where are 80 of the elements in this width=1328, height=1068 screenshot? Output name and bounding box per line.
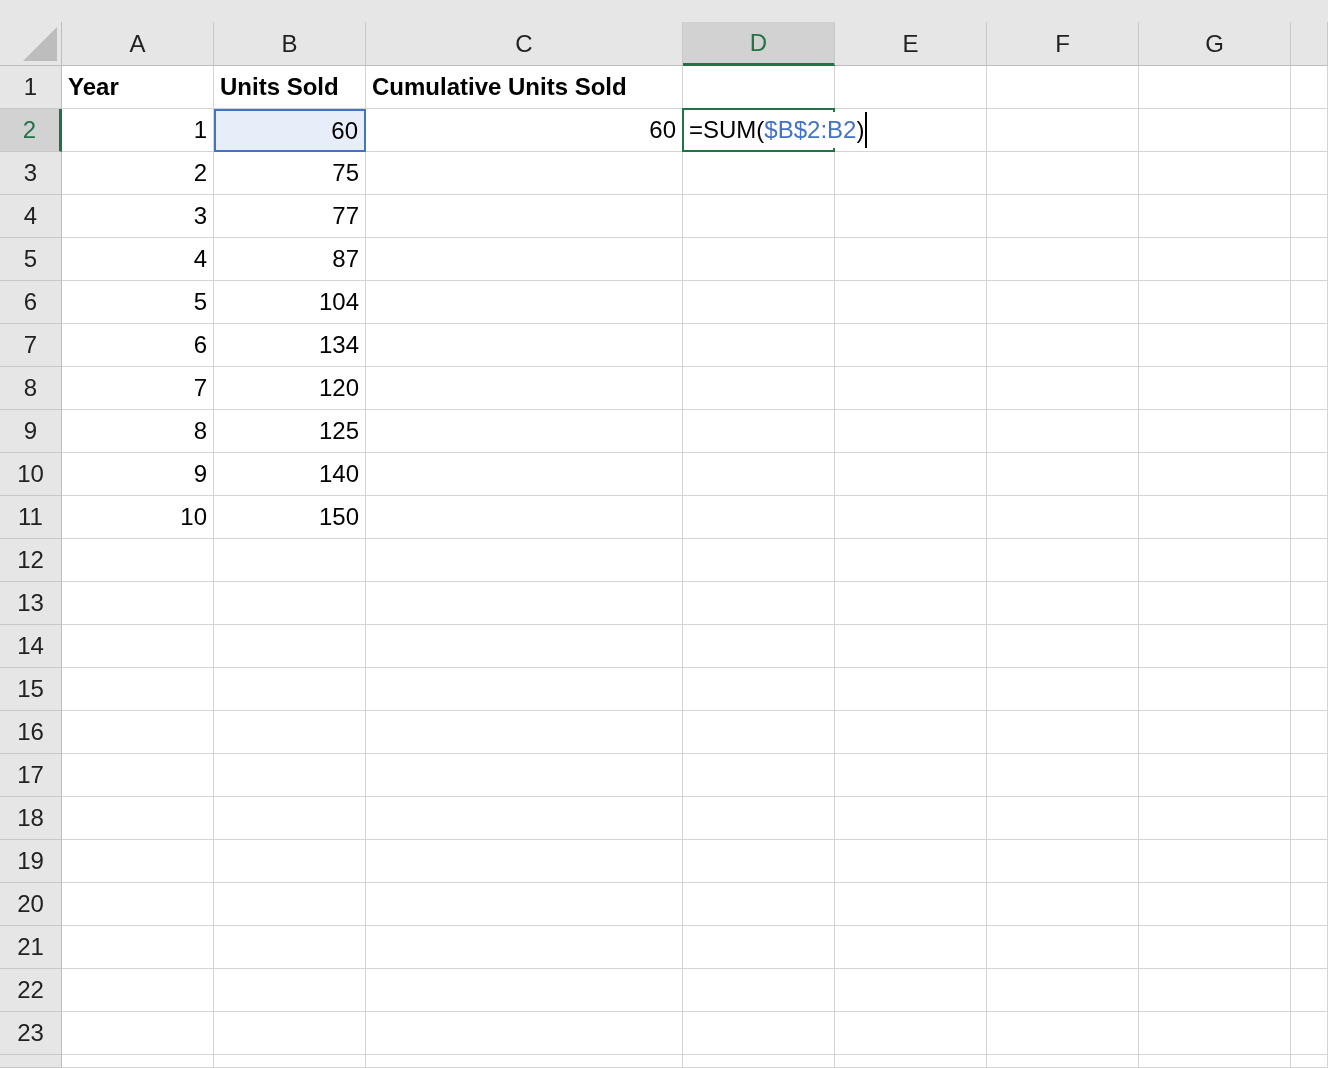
table-cell: 4 xyxy=(62,238,214,281)
row-header[interactable]: 7 xyxy=(0,324,62,367)
column-header[interactable]: E xyxy=(835,22,987,66)
row-header[interactable]: 23 xyxy=(0,1012,62,1055)
empty-cell xyxy=(1291,926,1328,969)
table-cell: 5 xyxy=(62,281,214,324)
empty-cell xyxy=(1291,582,1328,625)
empty-cell xyxy=(1291,1012,1328,1055)
column-header[interactable]: B xyxy=(214,22,366,66)
table-cell: 60 xyxy=(214,109,366,152)
empty-cell xyxy=(1291,238,1328,281)
empty-cell xyxy=(1291,668,1328,711)
row-header[interactable]: 18 xyxy=(0,797,62,840)
column-header[interactable]: C xyxy=(366,22,683,66)
row-header[interactable]: 12 xyxy=(0,539,62,582)
empty-cell xyxy=(1291,969,1328,1012)
empty-cell xyxy=(1291,1055,1328,1068)
select-all-button[interactable] xyxy=(0,22,62,66)
empty-cell xyxy=(1291,711,1328,754)
table-cell: 77 xyxy=(214,195,366,238)
empty-cell xyxy=(1291,324,1328,367)
row-header[interactable]: 14 xyxy=(0,625,62,668)
empty-cell xyxy=(1291,539,1328,582)
table-cell: 140 xyxy=(214,453,366,496)
empty-cell xyxy=(1291,754,1328,797)
table-cell: 7 xyxy=(62,367,214,410)
row-header[interactable]: 3 xyxy=(0,152,62,195)
table-cell: Year xyxy=(62,66,214,109)
row-header[interactable]: 20 xyxy=(0,883,62,926)
column-header[interactable]: F xyxy=(987,22,1139,66)
row-header[interactable]: 1 xyxy=(0,66,62,109)
column-header[interactable]: G xyxy=(1139,22,1291,66)
empty-cell xyxy=(1291,797,1328,840)
row-header[interactable]: 11 xyxy=(0,496,62,539)
table-cell: 60 xyxy=(366,109,683,152)
row-header[interactable]: 16 xyxy=(0,711,62,754)
empty-cell xyxy=(1291,883,1328,926)
row-header[interactable]: 6 xyxy=(0,281,62,324)
empty-cell xyxy=(1291,625,1328,668)
row-header[interactable]: 9 xyxy=(0,410,62,453)
table-cell: 104 xyxy=(214,281,366,324)
empty-cell xyxy=(1291,109,1328,152)
row-header[interactable]: 17 xyxy=(0,754,62,797)
row-header[interactable]: 4 xyxy=(0,195,62,238)
empty-cell xyxy=(1291,453,1328,496)
table-cell: 125 xyxy=(214,410,366,453)
empty-cell xyxy=(1291,496,1328,539)
table-cell: 8 xyxy=(62,410,214,453)
empty-cell xyxy=(1291,195,1328,238)
table-cell: 75 xyxy=(214,152,366,195)
row-header[interactable]: 15 xyxy=(0,668,62,711)
column-header[interactable]: A xyxy=(62,22,214,66)
empty-cell xyxy=(1291,281,1328,324)
empty-cell xyxy=(1291,367,1328,410)
row-header[interactable] xyxy=(0,1055,62,1068)
row-header[interactable]: 5 xyxy=(0,238,62,281)
row-header[interactable]: 8 xyxy=(0,367,62,410)
empty-cell xyxy=(1291,410,1328,453)
empty-cell xyxy=(1291,840,1328,883)
row-header[interactable]: 10 xyxy=(0,453,62,496)
row-header[interactable]: 2 xyxy=(0,109,62,152)
table-cell: Cumulative Units Sold xyxy=(366,66,683,109)
corner-triangle-icon xyxy=(23,27,57,61)
table-cell: 87 xyxy=(214,238,366,281)
table-cell: 3 xyxy=(62,195,214,238)
row-header[interactable]: 22 xyxy=(0,969,62,1012)
formula-input[interactable]: =SUM($B$2:B2) xyxy=(689,112,868,148)
row-header[interactable]: 13 xyxy=(0,582,62,625)
table-cell: 10 xyxy=(62,496,214,539)
table-cell: 6 xyxy=(62,324,214,367)
table-cell: 150 xyxy=(214,496,366,539)
row-header[interactable]: 19 xyxy=(0,840,62,883)
table-cell: 120 xyxy=(214,367,366,410)
column-header[interactable] xyxy=(1291,22,1328,66)
table-cell: 2 xyxy=(62,152,214,195)
row-header[interactable]: 21 xyxy=(0,926,62,969)
column-header[interactable]: D xyxy=(683,22,835,66)
table-cell: 9 xyxy=(62,453,214,496)
empty-cell xyxy=(1291,152,1328,195)
table-cell: 134 xyxy=(214,324,366,367)
